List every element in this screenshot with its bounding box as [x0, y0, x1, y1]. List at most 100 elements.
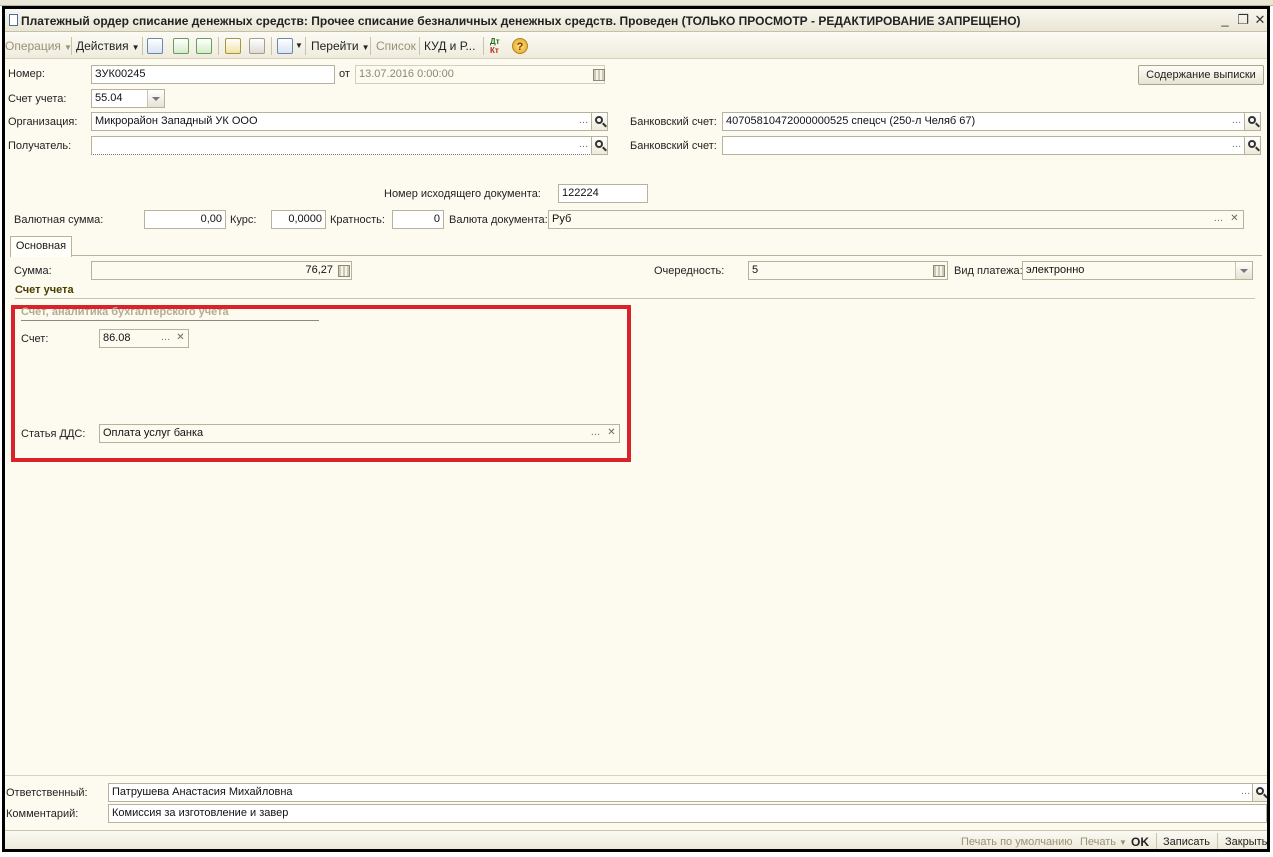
priority-field[interactable]: 5: [748, 261, 948, 280]
document-window: Платежный ордер списание денежных средст…: [2, 6, 1270, 852]
recipient-field[interactable]: [91, 136, 592, 155]
search-icon[interactable]: [591, 112, 608, 131]
calculator-icon[interactable]: [338, 265, 350, 277]
list-button[interactable]: Список: [376, 39, 416, 53]
calendar-icon[interactable]: [593, 69, 605, 81]
operation-menu[interactable]: Операция ▼: [5, 39, 72, 53]
post-icon[interactable]: [225, 38, 241, 54]
select-icon[interactable]: …: [1229, 137, 1244, 154]
toolbar-separator: [142, 37, 143, 55]
print-default-button[interactable]: Печать по умолчанию: [961, 836, 1073, 848]
responsible-field[interactable]: Патрушева Анастасия Михайловна: [108, 783, 1253, 802]
select-icon[interactable]: …: [1238, 784, 1253, 801]
doc-currency-label: Валюта документа:: [449, 214, 548, 226]
payment-type-select[interactable]: электронно: [1022, 261, 1253, 280]
number-field[interactable]: ЗУК00245: [91, 65, 335, 84]
print-icon[interactable]: [249, 38, 265, 54]
chevron-down-icon[interactable]: [147, 90, 164, 107]
number-label: Номер:: [8, 68, 45, 80]
footer-divider: [5, 775, 1267, 776]
account-analytics-label: Счет:: [21, 333, 49, 345]
structure-icon[interactable]: [173, 38, 189, 54]
actions-label: Действия: [76, 39, 129, 53]
select-icon[interactable]: …: [1229, 113, 1244, 130]
sum-field[interactable]: 76,27: [91, 261, 352, 280]
print-label: Печать: [1080, 836, 1117, 848]
date-separator: от: [339, 68, 350, 80]
status-bar: Печать по умолчанию Печать ▼ OK Записать …: [5, 830, 1267, 849]
select-icon[interactable]: …: [588, 425, 603, 442]
select-icon[interactable]: …: [158, 330, 173, 347]
payment-type-label: Вид платежа:: [954, 265, 1023, 277]
currency-sum-label: Валютная сумма:: [14, 214, 104, 226]
window-title: Платежный ордер списание денежных средст…: [21, 14, 1021, 28]
rate-field[interactable]: 0,0000: [271, 210, 326, 229]
chevron-down-icon[interactable]: ▼: [295, 41, 303, 50]
actions-menu[interactable]: Действия ▼: [76, 39, 140, 53]
search-icon[interactable]: [1252, 783, 1267, 802]
toolbar-separator: [71, 37, 72, 55]
operation-label: Операция: [5, 39, 61, 53]
multiplicity-label: Кратность:: [330, 214, 385, 226]
recipient-label: Получатель:: [8, 140, 72, 152]
search-icon[interactable]: [1244, 112, 1261, 131]
minimize-button[interactable]: _: [1217, 12, 1233, 28]
copy-icon[interactable]: [196, 38, 212, 54]
select-icon[interactable]: …: [576, 113, 591, 130]
recipient-bank-label: Банковский счет:: [630, 140, 717, 152]
chevron-down-icon: ▼: [131, 43, 140, 52]
title-bar: Платежный ордер списание денежных средст…: [5, 9, 1267, 32]
toolbar-separator: [483, 37, 484, 55]
close-button[interactable]: Закрыть: [1225, 836, 1267, 848]
account-label: Счет учета:: [8, 93, 67, 105]
priority-label: Очередность:: [654, 265, 725, 277]
dt-label: Дт: [490, 37, 500, 46]
calculator-icon[interactable]: [933, 265, 945, 277]
dt-kt-icon[interactable]: Дт Кт: [490, 37, 500, 55]
toolbar-separator: [305, 37, 306, 55]
multiplicity-field[interactable]: 0: [392, 210, 444, 229]
clear-icon[interactable]: ✕: [604, 425, 619, 442]
arrow-icon[interactable]: [277, 38, 293, 54]
select-icon[interactable]: …: [1211, 211, 1226, 228]
outgoing-number-label: Номер исходящего документа:: [384, 188, 541, 200]
search-icon[interactable]: [591, 136, 608, 155]
section-divider: [15, 298, 1255, 299]
goto-menu[interactable]: Перейти ▼: [311, 39, 369, 53]
tab-divider: [72, 255, 1262, 256]
chevron-down-icon[interactable]: [1235, 262, 1252, 279]
group-title: Счет, аналитика бухгалтерского учета: [21, 306, 229, 318]
group-divider: [21, 320, 319, 321]
organization-field[interactable]: Микрорайон Западный УК ООО: [91, 112, 592, 131]
kud-button[interactable]: КУД и Р...: [424, 39, 475, 53]
bank-account-label: Банковский счет:: [630, 116, 717, 128]
doc-currency-field[interactable]: Руб: [548, 210, 1244, 229]
clear-icon[interactable]: ✕: [1227, 211, 1242, 228]
comment-label: Комментарий:: [6, 808, 79, 820]
ok-button[interactable]: OK: [1131, 835, 1149, 849]
restore-button[interactable]: ❐: [1235, 12, 1251, 28]
section-title: Счет учета: [15, 284, 74, 296]
search-icon[interactable]: [1244, 136, 1261, 155]
sum-label: Сумма:: [14, 265, 52, 277]
statement-content-button[interactable]: Содержание выписки: [1138, 65, 1264, 85]
document-icon[interactable]: [147, 38, 163, 54]
toolbar-separator: [218, 37, 219, 55]
outgoing-number-field[interactable]: 122224: [558, 184, 648, 203]
currency-sum-field[interactable]: 0,00: [144, 210, 226, 229]
responsible-label: Ответственный:: [6, 787, 88, 799]
toolbar-separator: [271, 37, 272, 55]
dds-field[interactable]: Оплата услуг банка: [99, 424, 620, 443]
clear-icon[interactable]: ✕: [173, 330, 188, 347]
save-button[interactable]: Записать: [1163, 836, 1210, 848]
help-icon[interactable]: ?: [512, 38, 528, 54]
chevron-down-icon: ▼: [1119, 838, 1127, 847]
comment-field[interactable]: Комиссия за изготовление и завер: [108, 804, 1267, 823]
recipient-bank-field[interactable]: [722, 136, 1245, 155]
select-icon[interactable]: …: [576, 137, 591, 154]
close-window-button[interactable]: ✕: [1252, 12, 1267, 28]
tab-main[interactable]: Основная: [10, 236, 72, 257]
bank-account-field[interactable]: 40705810472000000525 спецсч (250-л Челяб…: [722, 112, 1245, 131]
date-field[interactable]: 13.07.2016 0:00:00: [355, 65, 605, 84]
print-menu[interactable]: Печать ▼: [1080, 836, 1127, 848]
